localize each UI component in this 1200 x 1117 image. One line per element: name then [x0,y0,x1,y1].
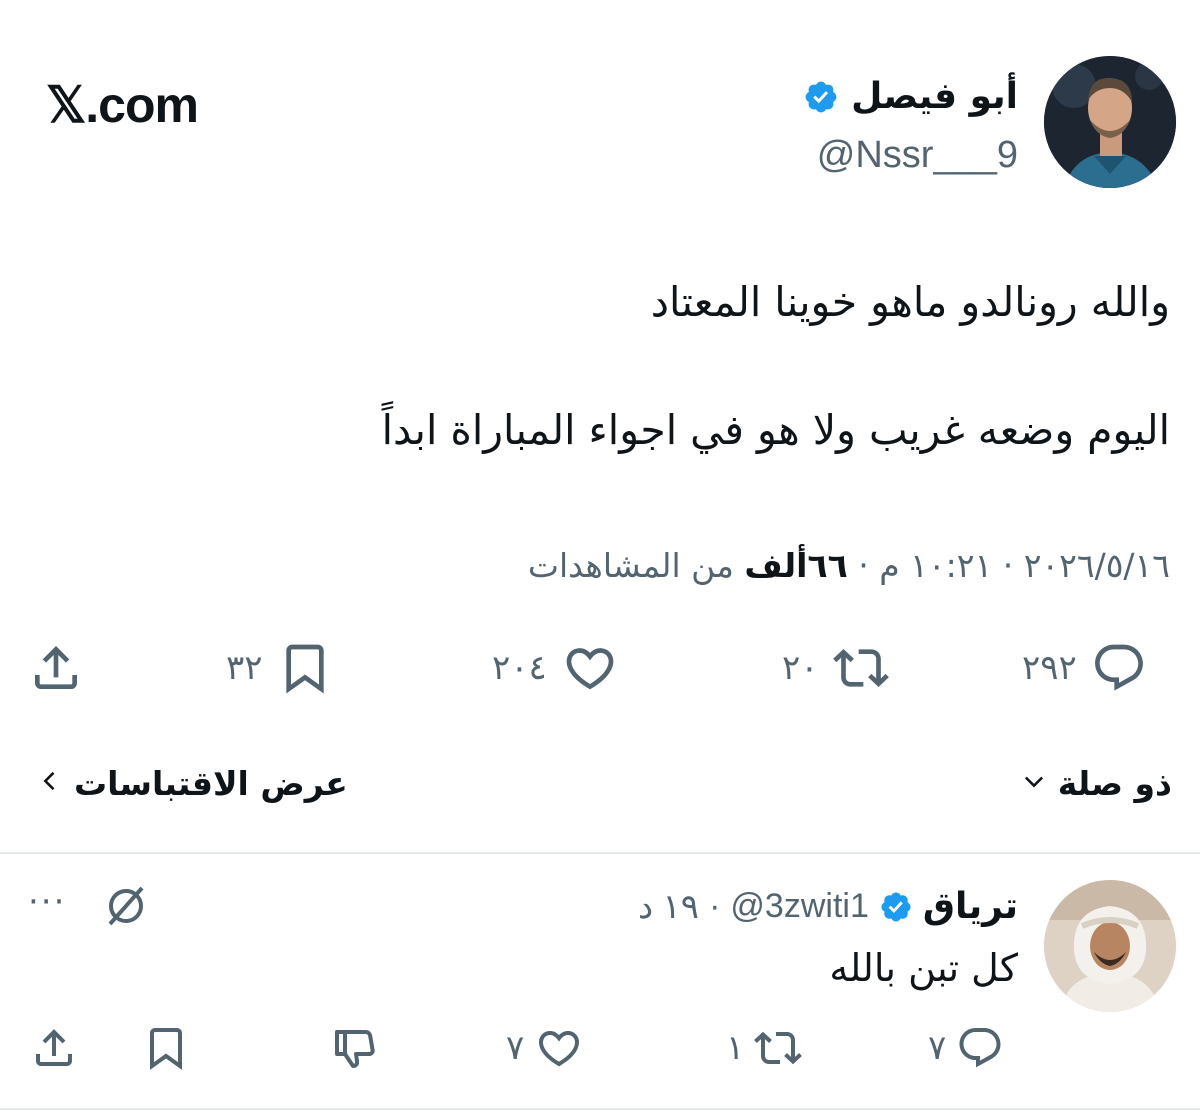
meta-separator: · [858,546,869,585]
tweet-text: والله رونالدو ماهو خوينا المعتاد اليوم و… [30,268,1170,464]
reply-author-handle[interactable]: @3zwiti1 [730,887,868,926]
author-name[interactable]: أبو فيصل [851,76,1018,117]
meta-separator: · [1002,546,1014,585]
reply-avatar-image [1044,880,1176,1012]
retweet-button[interactable]: ٢٠ [782,640,889,696]
tweet-date[interactable]: ٢٠٢٦/٥/١٦ [1024,546,1170,585]
reply-retweet-count: ١ [726,1028,745,1068]
bookmark-button[interactable]: ٣٢ [226,640,333,696]
reply-icon [956,1024,1004,1072]
reply-button[interactable]: ٢٩٢ [1022,640,1147,696]
share-button[interactable] [28,640,84,696]
like-icon [561,640,619,696]
like-icon [534,1024,584,1072]
reply-like-button[interactable]: ٧ [506,1024,584,1072]
view-quotes-label: عرض الاقتباسات [74,764,348,803]
reply-like-count: ٧ [506,1028,525,1068]
reply-text: كل تبن بالله [829,946,1018,990]
author-name-row[interactable]: أبو فيصل [803,76,1018,117]
tweet-text-line-1: والله رونالدو ماهو خوينا المعتاد [650,278,1170,326]
reply-header: ترياق @3zwiti1 · ١٩ د [638,886,1018,927]
like-count: ٢٠٤ [492,648,547,688]
chevron-down-icon [1020,764,1048,803]
reply-author-avatar[interactable] [1044,880,1176,1012]
view-quotes-link[interactable]: عرض الاقتباسات [36,764,348,803]
bookmark-icon [142,1024,190,1072]
x-logo[interactable]: 𝕏.com [46,76,199,134]
meta-separator: · [709,887,721,925]
retweet-icon [832,640,889,696]
grok-button[interactable] [102,882,150,934]
tweet-time[interactable]: ١٠:٢١ م [879,546,992,585]
retweet-count: ٢٠ [782,648,819,688]
avatar-image [1044,56,1176,188]
divider [0,1108,1200,1110]
bookmark-count: ٣٢ [226,648,263,688]
reply-retweet-button[interactable]: ١ [726,1024,803,1072]
sort-relevant-dropdown[interactable]: ذو صلة [1020,764,1172,803]
reply-reply-count: ٧ [928,1028,947,1068]
verified-badge-icon [879,890,913,924]
reply-dislike-button[interactable] [330,1024,380,1072]
bookmark-icon [277,640,333,696]
reply-icon [1091,640,1147,696]
verified-badge-icon [803,79,839,115]
grok-icon [102,886,150,934]
reply-bookmark-button[interactable] [142,1024,190,1072]
reply-time[interactable]: ١٩ د [638,887,699,927]
divider [0,852,1200,854]
author-handle[interactable]: @Nssr___9 [817,134,1018,177]
tweet-text-line-2: اليوم وضعه غريب ولا هو في اجواء المباراة… [381,406,1170,454]
author-avatar[interactable] [1044,56,1176,188]
reply-author-name[interactable]: ترياق [923,886,1018,927]
retweet-icon [754,1024,803,1072]
reply-count: ٢٩٢ [1022,648,1077,688]
share-icon [28,640,84,696]
tweet-meta: ٢٠٢٦/٥/١٦ · ١٠:٢١ م · ٦٦ألف من المشاهدات [528,546,1170,585]
dislike-icon [330,1024,380,1072]
share-icon [30,1024,78,1072]
more-icon: ··· [28,882,67,922]
views-count: ٦٦ألف [744,546,848,585]
sort-relevant-label: ذو صلة [1057,764,1172,803]
views-label: من المشاهدات [527,546,734,585]
more-button[interactable]: ··· [28,882,66,922]
reply-reply-button[interactable]: ٧ [928,1024,1004,1072]
reply-share-button[interactable] [30,1024,78,1072]
chevron-left-icon [36,764,64,803]
like-button[interactable]: ٢٠٤ [492,640,619,696]
